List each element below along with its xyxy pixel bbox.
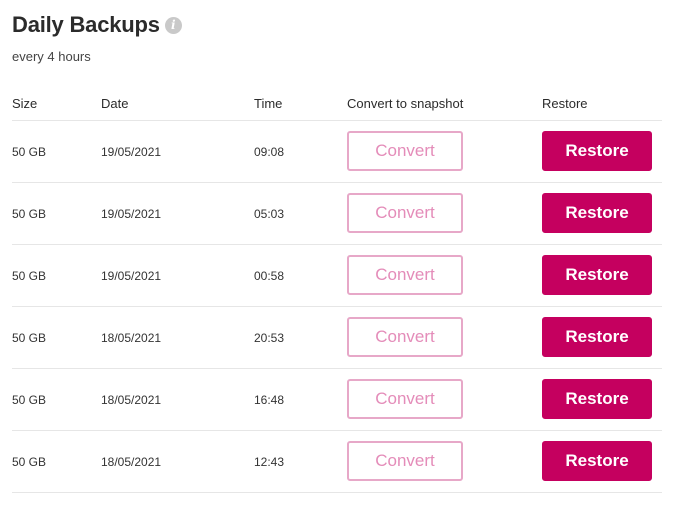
convert-button[interactable]: Convert — [347, 131, 463, 171]
table-row: 50 GB 19/05/2021 05:03 Convert Restore — [12, 183, 662, 245]
backup-size: 50 GB — [12, 207, 47, 221]
column-header-time: Time — [254, 96, 283, 111]
table-row: 50 GB 19/05/2021 09:08 Convert Restore — [12, 121, 662, 183]
backup-time: 09:08 — [254, 145, 285, 159]
column-header-size: Size — [12, 96, 38, 111]
restore-button[interactable]: Restore — [542, 131, 652, 171]
backup-size: 50 GB — [12, 269, 47, 283]
backup-size: 50 GB — [12, 393, 47, 407]
backup-time: 20:53 — [254, 331, 285, 345]
backup-date: 19/05/2021 — [101, 207, 162, 221]
backups-table: Size Date Time Convert to snapshot Resto… — [12, 86, 662, 493]
restore-button[interactable]: Restore — [542, 441, 652, 481]
table-row: 50 GB 18/05/2021 12:43 Convert Restore — [12, 431, 662, 493]
page-header: Daily Backups i — [12, 12, 182, 38]
page-title: Daily Backups — [12, 12, 160, 37]
backup-date: 18/05/2021 — [101, 331, 162, 345]
convert-button[interactable]: Convert — [347, 379, 463, 419]
table-header-row: Size Date Time Convert to snapshot Resto… — [12, 86, 662, 121]
backup-time: 16:48 — [254, 393, 285, 407]
convert-button[interactable]: Convert — [347, 317, 463, 357]
column-header-restore: Restore — [542, 96, 588, 111]
info-icon[interactable]: i — [164, 16, 182, 34]
table-row: 50 GB 19/05/2021 00:58 Convert Restore — [12, 245, 662, 307]
backup-frequency: every 4 hours — [12, 49, 91, 64]
column-header-convert: Convert to snapshot — [347, 96, 464, 111]
backup-time: 05:03 — [254, 207, 285, 221]
backup-time: 12:43 — [254, 455, 285, 469]
backup-date: 19/05/2021 — [101, 145, 162, 159]
convert-button[interactable]: Convert — [347, 255, 463, 295]
restore-button[interactable]: Restore — [542, 379, 652, 419]
convert-button[interactable]: Convert — [347, 193, 463, 233]
backup-size: 50 GB — [12, 455, 47, 469]
convert-button[interactable]: Convert — [347, 441, 463, 481]
restore-button[interactable]: Restore — [542, 255, 652, 295]
backup-date: 18/05/2021 — [101, 393, 162, 407]
column-header-date: Date — [101, 96, 129, 111]
backup-size: 50 GB — [12, 145, 47, 159]
restore-button[interactable]: Restore — [542, 193, 652, 233]
backup-size: 50 GB — [12, 331, 47, 345]
table-row: 50 GB 18/05/2021 20:53 Convert Restore — [12, 307, 662, 369]
backup-date: 18/05/2021 — [101, 455, 162, 469]
backup-time: 00:58 — [254, 269, 285, 283]
backup-date: 19/05/2021 — [101, 269, 162, 283]
table-row: 50 GB 18/05/2021 16:48 Convert Restore — [12, 369, 662, 431]
restore-button[interactable]: Restore — [542, 317, 652, 357]
